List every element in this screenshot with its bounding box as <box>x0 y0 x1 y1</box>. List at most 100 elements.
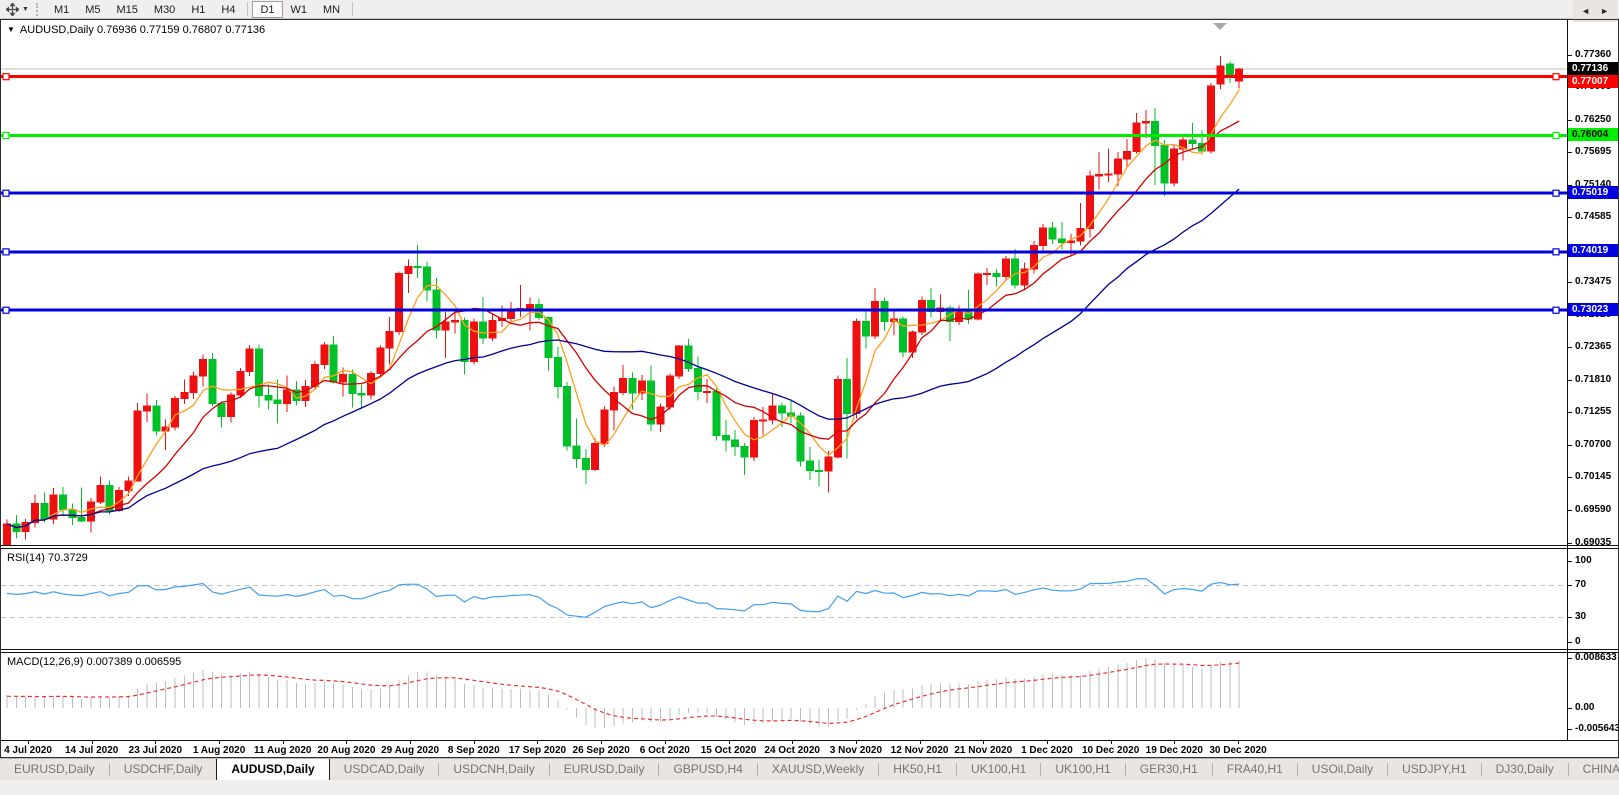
level-price-badge: 0.77007 <box>1568 75 1618 88</box>
tab-hk50-h1[interactable]: HK50,H1 <box>879 759 956 780</box>
candle-body <box>601 410 608 443</box>
candle-body <box>358 394 365 395</box>
tab-dj30-daily[interactable]: DJ30,Daily <box>1482 759 1568 780</box>
candle-body <box>60 495 67 510</box>
tab-usoil-daily[interactable]: USOil,Daily <box>1298 759 1387 780</box>
candle-body <box>200 360 207 376</box>
level-line-handle[interactable] <box>3 249 9 255</box>
time-axis[interactable]: 4 Jul 202014 Jul 202023 Jul 20201 Aug 20… <box>1 741 1618 758</box>
level-line-handle[interactable] <box>1553 249 1559 255</box>
candle-body <box>1124 152 1131 160</box>
current-price-badge: 0.77136 <box>1568 62 1618 75</box>
candle-body <box>312 364 319 386</box>
candle-body <box>760 420 767 421</box>
candle-body <box>442 322 449 330</box>
level-line-handle[interactable] <box>3 190 9 196</box>
candle-body <box>620 378 627 392</box>
tab-usdchf-daily[interactable]: USDCHF,Daily <box>110 759 217 780</box>
toolbar-grip-handle[interactable] <box>36 3 41 16</box>
date-tick <box>983 741 984 744</box>
date-label: 30 Dec 2020 <box>1209 745 1266 756</box>
main-price-chart[interactable] <box>1 20 1618 545</box>
tab-usdjpy-h1[interactable]: USDJPY,H1 <box>1388 759 1480 780</box>
tab-eurusd-daily[interactable]: EURUSD,Daily <box>550 759 659 780</box>
timeframe-button-mn[interactable]: MN <box>315 1 348 18</box>
chart-shift-icon[interactable] <box>1213 23 1227 30</box>
price-tick-label: 0.75695 <box>1575 146 1611 157</box>
level-line-handle[interactable] <box>1553 307 1559 313</box>
candle-body <box>396 273 403 331</box>
candle-body <box>4 524 11 545</box>
candle-body <box>321 345 328 364</box>
timeframe-button-m30[interactable]: M30 <box>146 1 183 18</box>
toolbar-separator <box>247 2 248 16</box>
crosshair-move-icon[interactable] <box>4 2 20 17</box>
date-label: 10 Dec 2020 <box>1082 745 1139 756</box>
level-line-handle[interactable] <box>1553 74 1559 80</box>
tab-uk100-h1[interactable]: UK100,H1 <box>1041 759 1124 780</box>
tab-usdcad-daily[interactable]: USDCAD,Daily <box>330 759 439 780</box>
tab-ger30-h1[interactable]: GER30,H1 <box>1126 759 1212 780</box>
macd-tick-label: -0.005643 <box>1575 723 1619 734</box>
price-tick <box>1568 477 1572 478</box>
timeframe-button-h4[interactable]: H4 <box>213 1 243 18</box>
macd-indicator-pane[interactable] <box>1 653 1618 740</box>
status-strip <box>0 780 1619 795</box>
macd-tick <box>1568 658 1572 659</box>
price-tick-label: 0.71810 <box>1575 374 1611 385</box>
pane-splitter[interactable] <box>1 649 1618 653</box>
candle-body <box>685 346 692 368</box>
rsi-line <box>7 579 1239 618</box>
chevron-down-icon[interactable]: ▼ <box>22 6 29 13</box>
candle-body <box>405 266 412 273</box>
timeframe-button-d1[interactable]: D1 <box>252 1 282 18</box>
rsi-indicator-pane[interactable] <box>1 549 1618 649</box>
candle-body <box>69 510 76 518</box>
price-tick-label: 0.73475 <box>1575 276 1611 287</box>
candle-body <box>732 440 739 446</box>
level-line-handle[interactable] <box>1553 190 1559 196</box>
date-tick <box>28 741 29 744</box>
date-label: 11 Aug 2020 <box>254 745 311 756</box>
timeframe-button-m5[interactable]: M5 <box>77 1 108 18</box>
candle-body <box>1096 174 1103 176</box>
candle-body <box>340 374 347 382</box>
candle-body <box>386 332 393 348</box>
tab-xauusd-weekly[interactable]: XAUUSD,Weekly <box>758 759 878 780</box>
timeframe-button-m1[interactable]: M1 <box>46 1 77 18</box>
chart-dropdown-icon[interactable]: ▼ <box>7 25 15 34</box>
timeframe-button-h1[interactable]: H1 <box>183 1 213 18</box>
macd-tick <box>1568 708 1572 709</box>
rsi-value: 70.3729 <box>48 552 88 564</box>
tab-scroll-left-icon[interactable]: ◄ <box>1576 6 1595 16</box>
candle-body <box>190 376 197 392</box>
candle-body <box>1049 228 1056 239</box>
chart-symbol-label: AUDUSD,Daily <box>20 24 94 36</box>
level-line-handle[interactable] <box>3 307 9 313</box>
candle-body <box>256 349 263 395</box>
date-label: 15 Oct 2020 <box>701 745 757 756</box>
timeframe-button-w1[interactable]: W1 <box>283 1 316 18</box>
candle-body <box>480 322 487 338</box>
tab-uk100-h1[interactable]: UK100,H1 <box>957 759 1040 780</box>
tab-audusd-daily[interactable]: AUDUSD,Daily <box>216 758 329 780</box>
candle-body <box>1058 239 1065 243</box>
candle-body <box>564 387 571 446</box>
candle-body <box>648 381 655 424</box>
level-line-handle[interactable] <box>1553 132 1559 138</box>
tab-fra40-h1[interactable]: FRA40,H1 <box>1213 759 1297 780</box>
date-tick <box>856 741 857 744</box>
date-label: 23 Jul 2020 <box>129 745 182 756</box>
tab-scroll-right-icon[interactable]: ► <box>1595 6 1614 16</box>
level-line-handle[interactable] <box>3 132 9 138</box>
tab-china300-h1[interactable]: CHINA300,H1 <box>1569 759 1619 780</box>
moving-average-5 <box>7 90 1239 528</box>
candle-body <box>816 470 823 471</box>
tab-usdcnh-daily[interactable]: USDCNH,Daily <box>439 759 548 780</box>
level-line-handle[interactable] <box>3 74 9 80</box>
tab-gbpusd-h4[interactable]: GBPUSD,H4 <box>659 759 756 780</box>
tab-eurusd-daily[interactable]: EURUSD,Daily <box>0 759 109 780</box>
timeframe-button-m15[interactable]: M15 <box>109 1 146 18</box>
pane-splitter[interactable] <box>1 545 1618 549</box>
candle-body <box>1068 241 1075 242</box>
